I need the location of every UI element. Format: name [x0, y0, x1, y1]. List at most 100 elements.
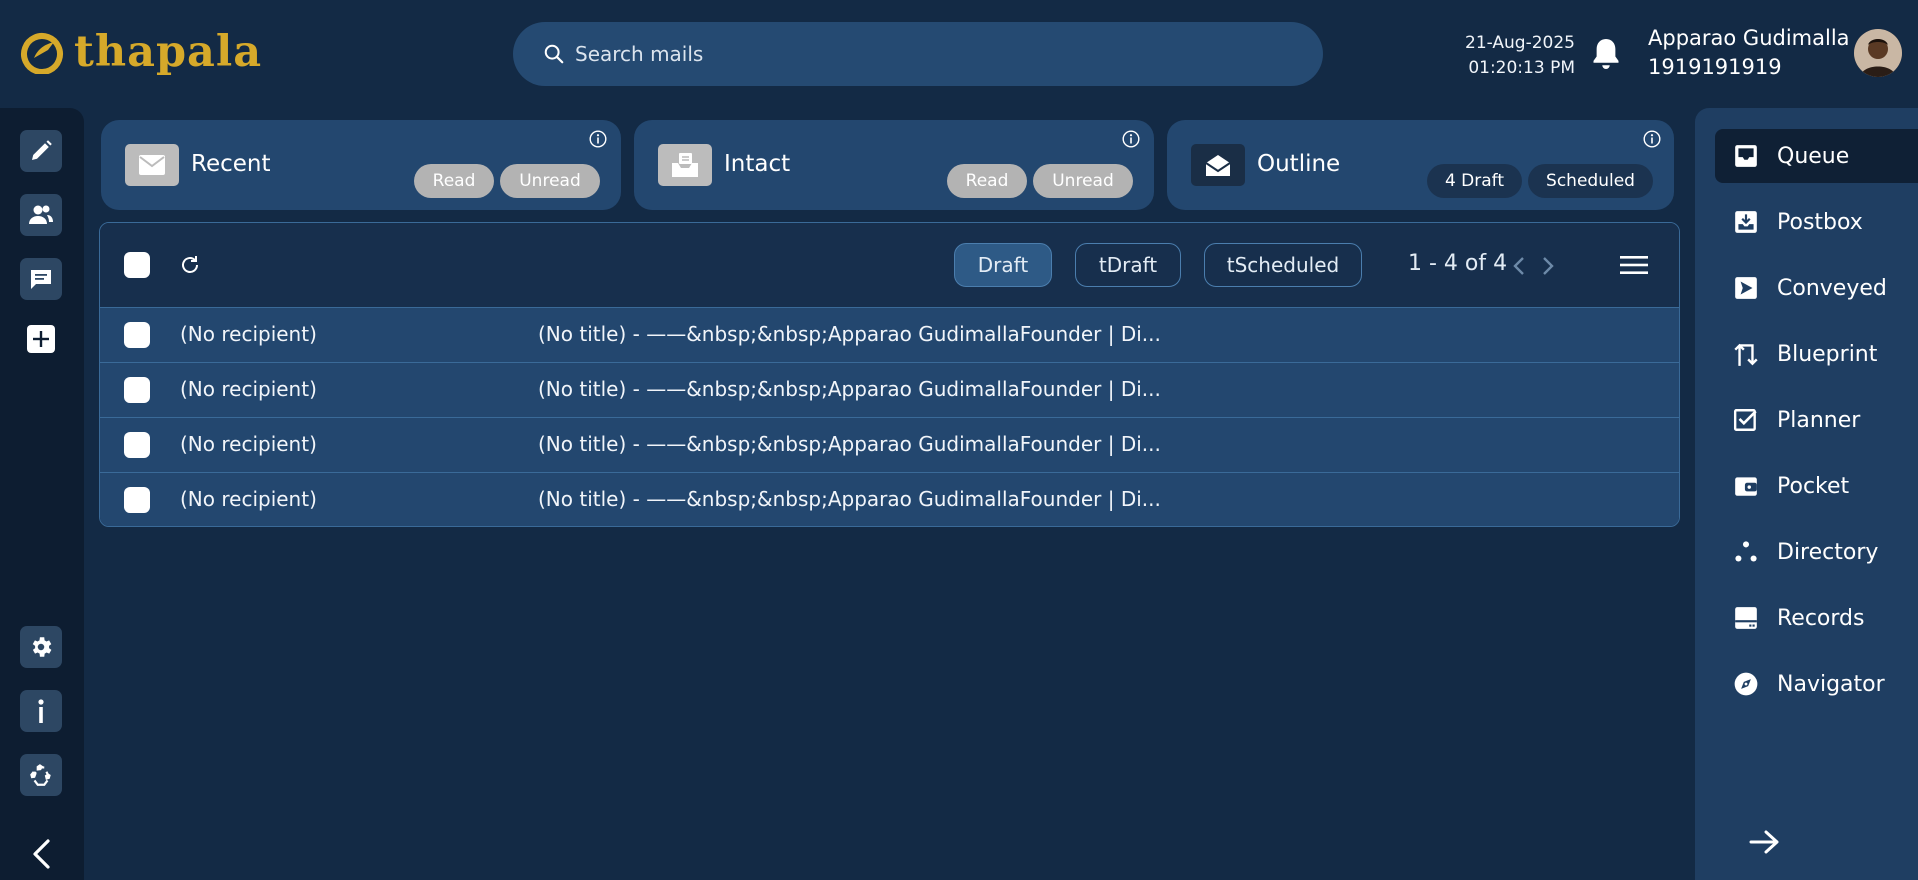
chevron-left-icon[interactable]	[1512, 255, 1526, 277]
info-icon[interactable]	[1643, 130, 1661, 148]
row-snippet: (No title) - ——&nbsp;&nbsp;Apparao Gudim…	[538, 322, 1161, 346]
nav-planner[interactable]: Planner	[1715, 393, 1918, 447]
add-icon	[27, 325, 55, 353]
checkbox-icon	[1733, 409, 1757, 431]
search-icon	[544, 44, 564, 64]
datetime-display: 21-Aug-2025 01:20:13 PM	[1440, 31, 1575, 81]
card-recent[interactable]: Recent Read Unread	[101, 120, 621, 210]
recent-read-pill[interactable]: Read	[414, 164, 494, 198]
hamburger-menu-icon[interactable]	[1620, 255, 1648, 275]
row-recipient: (No recipient)	[180, 377, 317, 401]
nav-records[interactable]: Records	[1715, 591, 1918, 645]
download-tray-icon	[1735, 211, 1757, 233]
chat-icon	[31, 270, 51, 289]
row-checkbox[interactable]	[124, 377, 150, 403]
info-icon	[38, 699, 44, 723]
nav-label: Blueprint	[1777, 341, 1878, 367]
card-recent-icon-box	[125, 144, 179, 186]
tab-tscheduled[interactable]: tScheduled	[1204, 243, 1362, 287]
user-name: Apparao Gudimalla	[1648, 26, 1850, 50]
chat-button[interactable]	[20, 258, 62, 300]
user-info[interactable]: Apparao Gudimalla 1919191919	[1648, 24, 1850, 82]
card-outline-title: Outline	[1257, 151, 1341, 177]
search-bar[interactable]	[513, 22, 1323, 86]
nav-label: Pocket	[1777, 473, 1850, 499]
row-recipient: (No recipient)	[180, 432, 317, 456]
nav-navigator[interactable]: Navigator	[1715, 657, 1918, 711]
inbox-icon	[1735, 145, 1757, 167]
table-row[interactable]: (No recipient) (No title) - ——&nbsp;&nbs…	[100, 307, 1679, 362]
card-intact-icon-box	[658, 144, 712, 186]
envelope-icon	[139, 155, 165, 175]
bell-icon[interactable]	[1591, 36, 1621, 72]
nav-queue[interactable]: Queue	[1715, 129, 1918, 183]
left-sidebar	[0, 108, 84, 880]
tab-tdraft[interactable]: tDraft	[1075, 243, 1181, 287]
nav-pocket[interactable]: Pocket	[1715, 459, 1918, 513]
arrow-right-icon[interactable]	[1748, 828, 1782, 856]
chevron-right-icon[interactable]	[1541, 255, 1555, 277]
send-icon	[1735, 277, 1757, 299]
compass-icon	[1734, 672, 1758, 696]
card-intact-title: Intact	[724, 151, 791, 177]
brand-logo[interactable]: thapala	[20, 30, 262, 74]
row-checkbox[interactable]	[124, 322, 150, 348]
table-row[interactable]: (No recipient) (No title) - ——&nbsp;&nbs…	[100, 472, 1679, 526]
thapala-logo-icon	[21, 33, 63, 74]
row-checkbox[interactable]	[124, 432, 150, 458]
nav-label: Postbox	[1777, 209, 1863, 235]
nav-label: Directory	[1777, 539, 1879, 565]
archive-icon	[1735, 607, 1757, 629]
nav-postbox[interactable]: Postbox	[1715, 195, 1918, 249]
info-icon[interactable]	[589, 130, 607, 148]
nav-conveyed[interactable]: Conveyed	[1715, 261, 1918, 315]
row-snippet: (No title) - ——&nbsp;&nbsp;Apparao Gudim…	[538, 377, 1161, 401]
nav-blueprint[interactable]: Blueprint	[1715, 327, 1918, 381]
row-recipient: (No recipient)	[180, 487, 317, 511]
settings-icon	[32, 637, 52, 657]
chevron-left-icon[interactable]	[28, 838, 54, 870]
intact-unread-pill[interactable]: Unread	[1033, 164, 1133, 198]
table-row[interactable]: (No recipient) (No title) - ——&nbsp;&nbs…	[100, 417, 1679, 472]
recent-unread-pill[interactable]: Unread	[500, 164, 600, 198]
tab-draft[interactable]: Draft	[954, 243, 1052, 287]
row-checkbox[interactable]	[124, 487, 150, 513]
search-input[interactable]	[575, 42, 1255, 66]
nav-label: Planner	[1777, 407, 1861, 433]
mailbox-icon	[672, 153, 698, 177]
nav-label: Navigator	[1777, 671, 1885, 697]
info-icon[interactable]	[1122, 130, 1140, 148]
recycle-icon	[30, 764, 51, 786]
row-snippet: (No title) - ——&nbsp;&nbsp;Apparao Gudim…	[538, 487, 1161, 511]
row-snippet: (No title) - ——&nbsp;&nbsp;Apparao Gudim…	[538, 432, 1161, 456]
card-outline-icon-box	[1191, 144, 1245, 186]
nav-label: Queue	[1777, 143, 1850, 169]
select-all-checkbox[interactable]	[124, 252, 150, 278]
contacts-button[interactable]	[20, 194, 62, 236]
recycle-button[interactable]	[20, 754, 62, 796]
table-row[interactable]: (No recipient) (No title) - ——&nbsp;&nbs…	[100, 362, 1679, 417]
contacts-icon	[29, 205, 53, 224]
outline-draft-pill[interactable]: 4 Draft	[1427, 164, 1522, 198]
mail-list: Draft tDraft tScheduled 1 - 4 of 4 (No r…	[99, 222, 1680, 527]
add-button[interactable]	[20, 318, 62, 360]
user-phone: 1919191919	[1648, 55, 1782, 79]
mail-toolbar: Draft tDraft tScheduled 1 - 4 of 4	[100, 223, 1679, 307]
card-intact[interactable]: Intact Read Unread	[634, 120, 1154, 210]
wallet-icon	[1735, 477, 1757, 496]
nav-directory[interactable]: Directory	[1715, 525, 1918, 579]
outline-scheduled-pill[interactable]: Scheduled	[1528, 164, 1653, 198]
open-envelope-icon	[1205, 155, 1231, 176]
compose-button[interactable]	[20, 130, 62, 172]
swap-arrows-icon	[1734, 343, 1758, 366]
refresh-icon[interactable]	[178, 253, 202, 277]
current-time: 01:20:13 PM	[1468, 58, 1575, 78]
current-date: 21-Aug-2025	[1465, 33, 1575, 53]
right-sidebar: Queue Postbox Conveyed Blueprint Planner…	[1695, 108, 1918, 880]
card-outline[interactable]: Outline 4 Draft Scheduled	[1167, 120, 1674, 210]
settings-button[interactable]	[20, 626, 62, 668]
nav-label: Records	[1777, 605, 1865, 631]
avatar[interactable]	[1854, 29, 1902, 77]
info-button[interactable]	[20, 690, 62, 732]
intact-read-pill[interactable]: Read	[947, 164, 1027, 198]
